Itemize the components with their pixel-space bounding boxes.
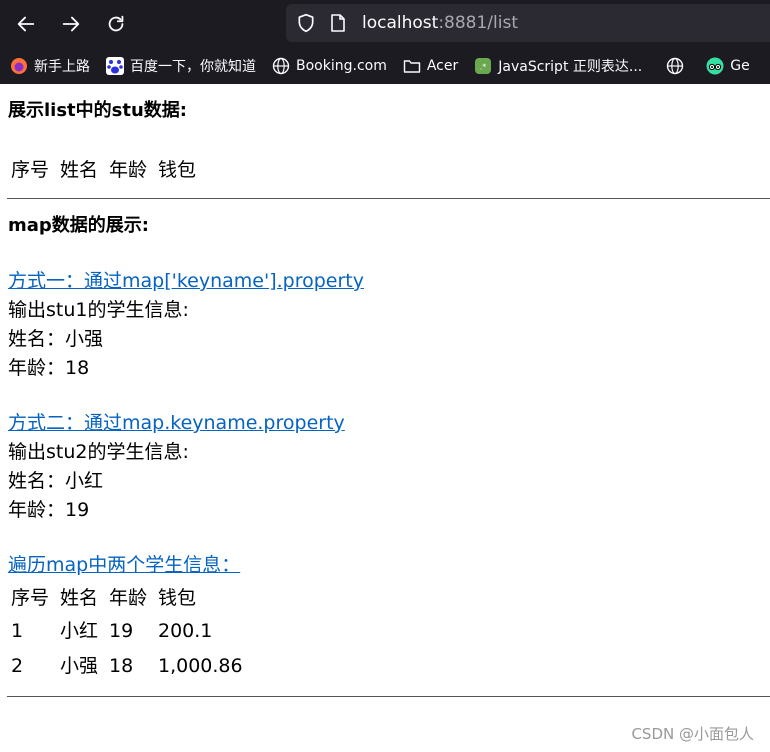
stu2-intro: 输出stu2的学生信息: xyxy=(8,441,189,463)
globe-icon xyxy=(667,57,684,75)
baidu-paw-icon xyxy=(106,57,124,75)
table-row-1-age: 19 xyxy=(109,620,134,642)
table-row-1-name: 小红 xyxy=(60,620,99,642)
arrow-left-icon xyxy=(17,16,35,32)
stu1-name: 姓名：小强 xyxy=(8,328,104,350)
page-content: 展示list中的stu数据: 序号 姓名 年龄 钱包 map数据的展示: 方式一… xyxy=(0,84,770,752)
loop-header-wallet: 钱包 xyxy=(158,587,197,609)
csdn-watermark: CSDN @小面包人 xyxy=(631,725,754,743)
divider-top xyxy=(7,198,770,199)
list-header-index: 序号 xyxy=(11,159,50,181)
stu1-intro: 输出stu1的学生信息: xyxy=(8,299,189,321)
tripadvisor-icon xyxy=(706,57,724,75)
list-header-age: 年龄 xyxy=(109,159,148,181)
shield-icon[interactable] xyxy=(296,13,316,33)
loop-header-index: 序号 xyxy=(11,587,50,609)
js-regex-icon: .* xyxy=(475,58,492,74)
method2-link[interactable]: 方式二：通过map.keyname.property xyxy=(8,411,345,435)
divider-bottom xyxy=(7,696,770,697)
loop-link[interactable]: 遍历map中两个学生信息： xyxy=(8,553,240,577)
loop-header-name: 姓名 xyxy=(60,587,99,609)
forward-button[interactable] xyxy=(57,10,85,38)
table-row-2-index: 2 xyxy=(11,655,24,677)
table-row-2-name: 小强 xyxy=(60,655,99,677)
bookmark-acer[interactable]: Acer xyxy=(393,52,464,80)
firefox-icon xyxy=(11,58,27,74)
bookmark-js-regex[interactable]: .* JavaScript 正则表达... xyxy=(464,52,648,80)
folder-icon xyxy=(403,60,421,73)
stu1-age: 年龄：18 xyxy=(8,357,90,379)
browser-chrome: localhost:8881/list 新手上路 百度一下，你就知道 Booki… xyxy=(0,0,770,84)
bookmark-ge[interactable]: Ge xyxy=(696,52,755,80)
loop-header-age: 年龄 xyxy=(109,587,148,609)
map-heading: map数据的展示: xyxy=(8,215,149,236)
list-header-wallet: 钱包 xyxy=(158,159,197,181)
method1-link[interactable]: 方式一：通过map['keyname'].property xyxy=(8,269,364,293)
reload-icon xyxy=(108,15,124,32)
table-row-2-age: 18 xyxy=(109,655,134,677)
address-bar[interactable]: localhost:8881/list xyxy=(286,4,770,42)
bookmark-xinshou[interactable]: 新手上路 xyxy=(0,52,96,80)
arrow-right-icon xyxy=(62,16,80,32)
globe-icon xyxy=(272,57,290,75)
reload-button[interactable] xyxy=(102,10,130,38)
list-header-name: 姓名 xyxy=(60,159,99,181)
stu2-name: 姓名：小红 xyxy=(8,470,104,492)
bookmark-baidu[interactable]: 百度一下，你就知道 xyxy=(96,52,262,80)
bookmarks-toolbar: 新手上路 百度一下，你就知道 Booking.com Acer .* JavaS… xyxy=(0,50,770,82)
bookmark-globe[interactable] xyxy=(648,52,696,80)
svg-text:.*: .* xyxy=(480,63,487,72)
stu2-age: 年龄：19 xyxy=(8,499,90,521)
table-row-2-wallet: 1,000.86 xyxy=(158,655,243,677)
list-heading: 展示list中的stu数据: xyxy=(8,100,187,121)
bookmark-booking[interactable]: Booking.com xyxy=(262,52,393,80)
url-text[interactable]: localhost:8881/list xyxy=(362,12,518,34)
table-row-1-index: 1 xyxy=(11,620,24,642)
table-row-1-wallet: 200.1 xyxy=(158,620,213,642)
page-icon[interactable] xyxy=(330,14,346,32)
back-button[interactable] xyxy=(12,10,40,38)
